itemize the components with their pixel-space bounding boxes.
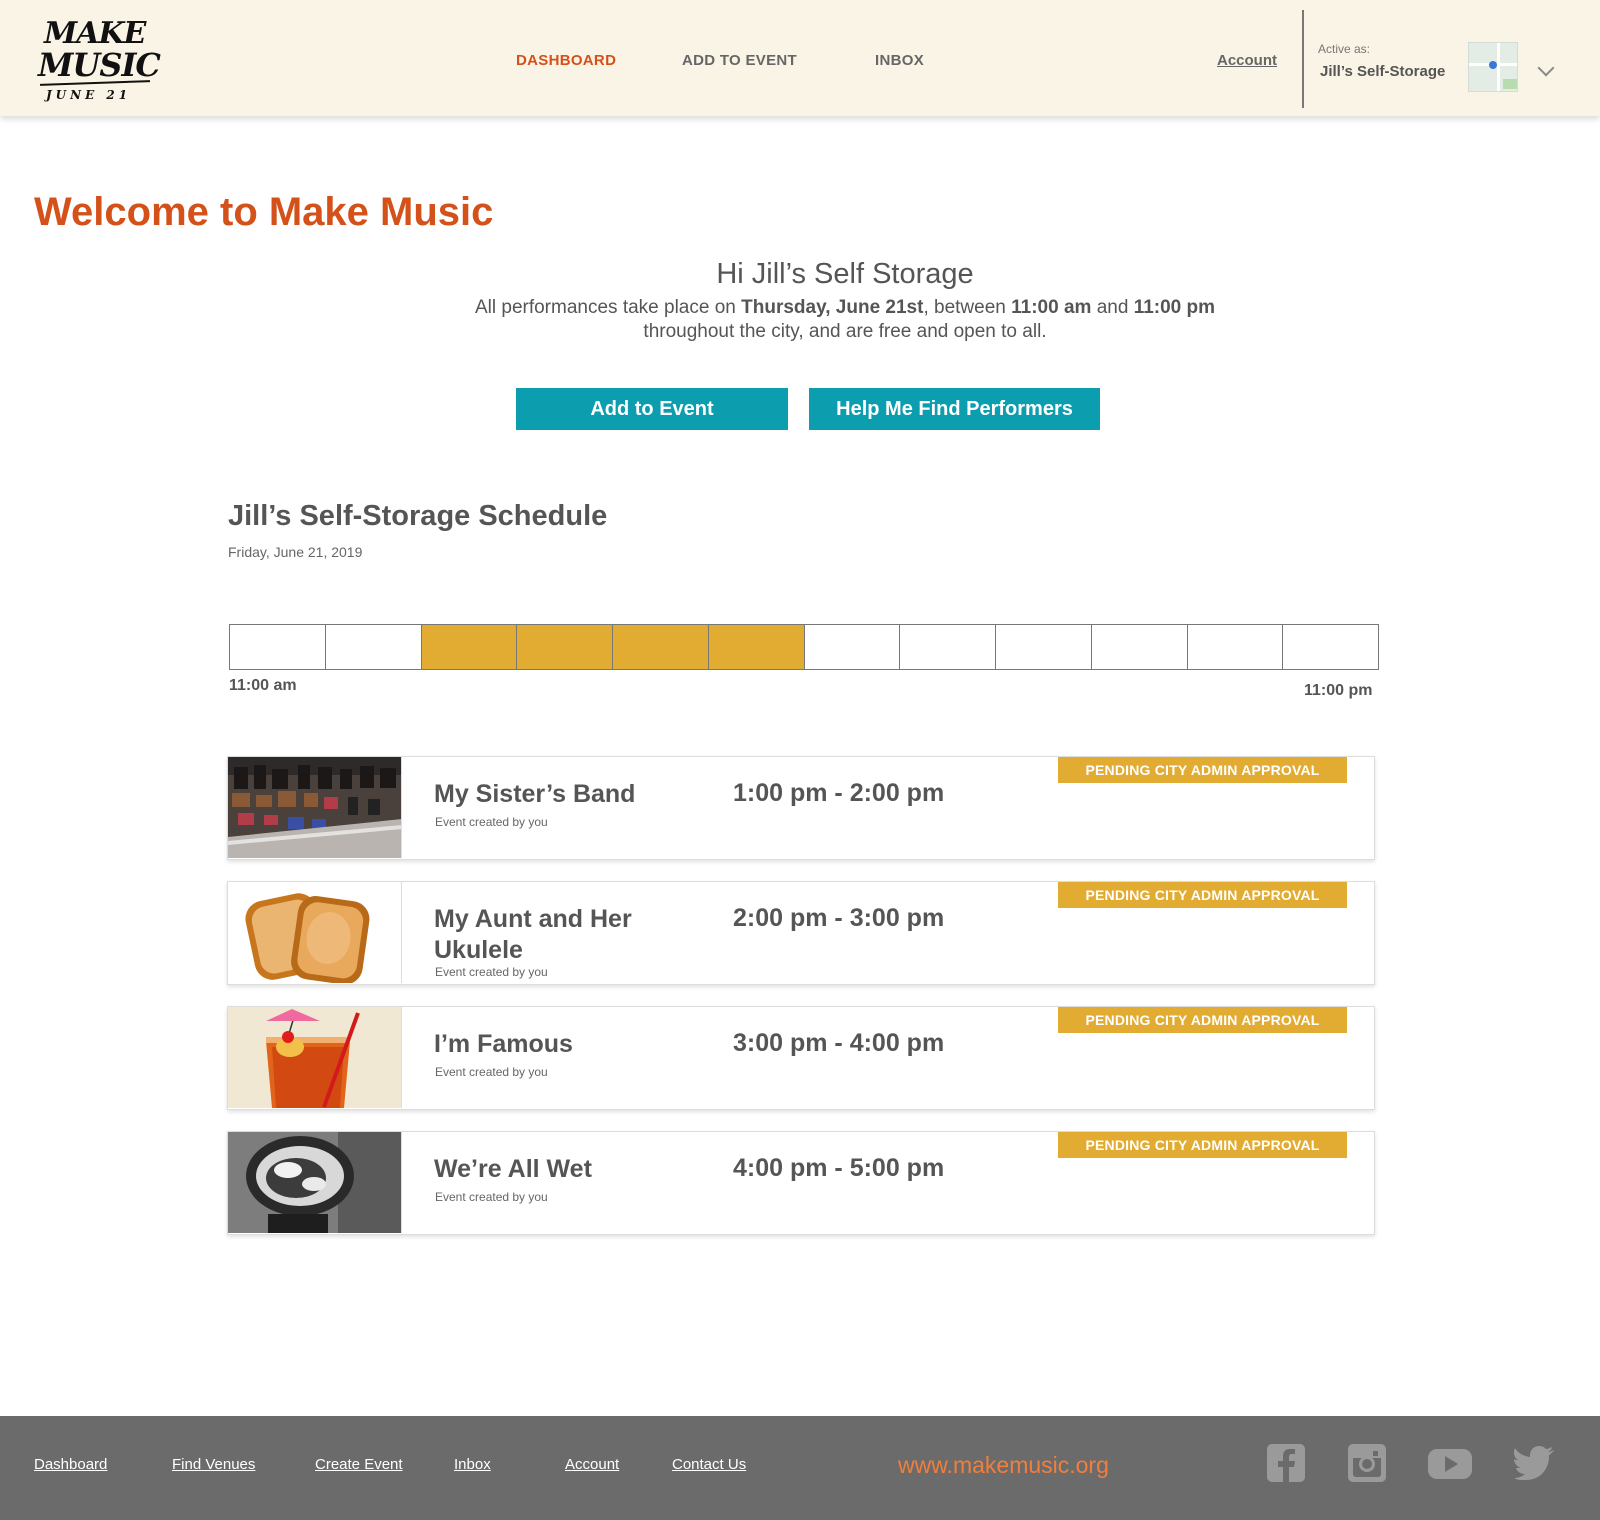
- timeline-slot-booked[interactable]: [708, 625, 805, 669]
- status-badge: PENDING CITY ADMIN APPROVAL: [1058, 1132, 1347, 1158]
- active-venue-name[interactable]: Jill’s Self-Storage: [1320, 63, 1445, 80]
- timeline-slot-open[interactable]: [996, 625, 1092, 669]
- footer-link-account[interactable]: Account: [565, 1456, 619, 1473]
- instagram-icon[interactable]: [1348, 1444, 1386, 1482]
- page-title: Welcome to Make Music: [34, 190, 494, 234]
- greeting: Hi Jill’s Self Storage: [716, 258, 974, 290]
- active-as-label: Active as:: [1318, 42, 1371, 56]
- footer-link-find-venues[interactable]: Find Venues: [172, 1456, 255, 1473]
- footer-link-dashboard[interactable]: Dashboard: [34, 1456, 107, 1473]
- timeline-slot-booked[interactable]: [421, 625, 518, 669]
- header-divider: [1302, 10, 1304, 108]
- event-card[interactable]: My Sister’s Band Event created by you 1:…: [227, 756, 1375, 860]
- event-thumbnail-cocktail: [228, 1007, 402, 1108]
- timeline-slot-open[interactable]: [325, 625, 422, 669]
- event-time: 1:00 pm - 2:00 pm: [733, 779, 945, 807]
- event-name[interactable]: My Sister’s Band: [434, 779, 664, 810]
- timeline-slot-open[interactable]: [230, 625, 326, 669]
- nav-dashboard[interactable]: DASHBOARD: [516, 52, 616, 69]
- facebook-icon[interactable]: [1267, 1444, 1305, 1482]
- event-thumbnail-toast: [228, 882, 402, 983]
- timeline-slot-open[interactable]: [804, 625, 901, 669]
- logo-line-music: MUSIC: [38, 46, 161, 84]
- timeline-start-label: 11:00 am: [229, 677, 297, 694]
- schedule-timeline: [229, 624, 1379, 670]
- timeline-slot-open[interactable]: [1283, 625, 1378, 669]
- event-subtitle: Event created by you: [435, 815, 548, 829]
- find-performers-button[interactable]: Help Me Find Performers: [809, 388, 1100, 430]
- nav-add-to-event[interactable]: ADD TO EVENT: [682, 52, 797, 69]
- timeline-slot-open[interactable]: [1091, 625, 1188, 669]
- status-badge: PENDING CITY ADMIN APPROVAL: [1058, 757, 1347, 783]
- header-account-link[interactable]: Account: [1217, 52, 1277, 69]
- footer-link-inbox[interactable]: Inbox: [454, 1456, 491, 1473]
- event-time: 3:00 pm - 4:00 pm: [733, 1029, 945, 1057]
- top-header: MAKE MUSIC JUNE 21 DASHBOARD ADD TO EVEN…: [0, 0, 1600, 116]
- event-name[interactable]: We’re All Wet: [434, 1154, 664, 1185]
- event-subtitle: Event created by you: [435, 1190, 548, 1204]
- add-to-event-button[interactable]: Add to Event: [516, 388, 788, 430]
- event-subtitle: Event created by you: [435, 965, 548, 979]
- footer-site-link[interactable]: www.makemusic.org: [898, 1452, 1109, 1479]
- footer-link-contact-us[interactable]: Contact Us: [672, 1456, 746, 1473]
- timeline-end-label: 11:00 pm: [1304, 682, 1373, 699]
- nav-inbox[interactable]: INBOX: [875, 52, 924, 69]
- status-badge: PENDING CITY ADMIN APPROVAL: [1058, 882, 1347, 908]
- logo-line-date: JUNE 21: [46, 88, 132, 102]
- page-footer: Dashboard Find Venues Create Event Inbox…: [0, 1416, 1600, 1520]
- event-card[interactable]: I’m Famous Event created by you 3:00 pm …: [227, 1006, 1375, 1110]
- schedule-date: Friday, June 21, 2019: [228, 544, 363, 560]
- footer-link-create-event[interactable]: Create Event: [315, 1456, 403, 1473]
- intro-text: All performances take place on Thursday,…: [474, 297, 1216, 342]
- timeline-slot-open[interactable]: [900, 625, 996, 669]
- timeline-slot-booked[interactable]: [517, 625, 613, 669]
- event-name[interactable]: I’m Famous: [434, 1029, 664, 1060]
- event-thumbnail-feather-duster: [228, 1132, 402, 1233]
- timeline-slot-open[interactable]: [1187, 625, 1284, 669]
- event-thumbnail-shoes: [228, 757, 402, 858]
- event-name[interactable]: My Aunt and Her Ukulele: [434, 904, 664, 966]
- event-card[interactable]: We’re All Wet Event created by you 4:00 …: [227, 1131, 1375, 1235]
- venue-map-thumbnail[interactable]: [1468, 42, 1518, 92]
- chevron-down-icon[interactable]: [1537, 59, 1555, 77]
- event-card[interactable]: My Aunt and Her Ukulele Event created by…: [227, 881, 1375, 985]
- youtube-icon[interactable]: [1428, 1444, 1472, 1482]
- twitter-icon[interactable]: [1514, 1444, 1554, 1482]
- event-subtitle: Event created by you: [435, 1065, 548, 1079]
- timeline-slot-booked[interactable]: [613, 625, 709, 669]
- schedule-title: Jill’s Self-Storage Schedule: [228, 500, 608, 532]
- status-badge: PENDING CITY ADMIN APPROVAL: [1058, 1007, 1347, 1033]
- event-time: 2:00 pm - 3:00 pm: [733, 904, 945, 932]
- event-time: 4:00 pm - 5:00 pm: [733, 1154, 945, 1182]
- make-music-logo[interactable]: MAKE MUSIC JUNE 21: [34, 12, 161, 108]
